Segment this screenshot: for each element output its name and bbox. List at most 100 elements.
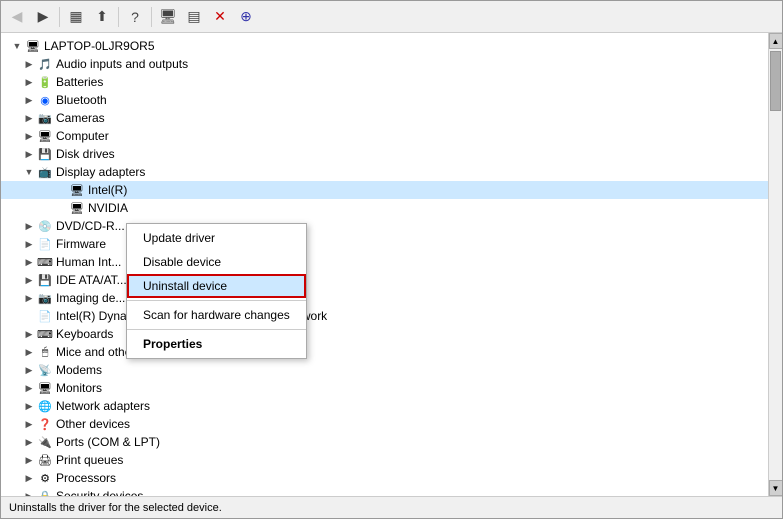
nvidia-label: NVIDIA — [88, 201, 128, 215]
scroll-up[interactable]: ▲ — [769, 33, 783, 49]
root-expand-arrow — [9, 38, 25, 54]
security-label: Security devices — [56, 489, 143, 496]
scroll-track[interactable] — [769, 49, 782, 480]
sidebar-item-dvd[interactable]: 💿 DVD/CD-R... — [1, 217, 768, 235]
ctx-properties[interactable]: Properties — [127, 332, 306, 356]
humanint-arrow — [21, 254, 37, 270]
imaging-icon: 📷 — [37, 290, 53, 306]
network-icon: 🌐 — [37, 398, 53, 414]
modems-arrow — [21, 362, 37, 378]
audio-arrow — [21, 56, 37, 72]
nvidia-icon: 🖥 — [69, 200, 85, 216]
properties-small-button[interactable]: ▦ — [64, 5, 88, 29]
cameras-label: Cameras — [56, 111, 105, 125]
sidebar-item-nvidia[interactable]: 🖥 NVIDIA — [1, 199, 768, 217]
ports-arrow — [21, 434, 37, 450]
toolbar: ◀ ▶ ▦ ⬆ ? 🖥 ▤ ✕ ⊕ — [1, 1, 782, 33]
sidebar-item-processors[interactable]: ⚙ Processors — [1, 469, 768, 487]
other-label: Other devices — [56, 417, 130, 431]
processors-label: Processors — [56, 471, 116, 485]
disk-arrow — [21, 146, 37, 162]
keyboards-arrow — [21, 326, 37, 342]
modems-icon: 📡 — [37, 362, 53, 378]
ideata-label: IDE ATA/AT... — [56, 273, 127, 287]
sidebar-item-cameras[interactable]: 📷 Cameras — [1, 109, 768, 127]
ideata-arrow — [21, 272, 37, 288]
ctx-scan-hardware[interactable]: Scan for hardware changes — [127, 303, 306, 327]
sidebar-item-mice[interactable]: 🖱 Mice and other pointing devices — [1, 343, 768, 361]
cameras-icon: 📷 — [37, 110, 53, 126]
scrollbar[interactable]: ▲ ▼ — [768, 33, 782, 496]
sidebar-item-monitors[interactable]: 🖥 Monitors — [1, 379, 768, 397]
sidebar-item-imaging[interactable]: 📷 Imaging de... — [1, 289, 768, 307]
processors-arrow — [21, 470, 37, 486]
root-label: LAPTOP-0LJR9OR5 — [44, 39, 155, 53]
intel-icon: 🖥 — [69, 182, 85, 198]
batteries-icon: 🔋 — [37, 74, 53, 90]
sidebar-item-ideata[interactable]: 💾 IDE ATA/AT... — [1, 271, 768, 289]
security-icon: 🔒 — [37, 488, 53, 496]
scroll-thumb[interactable] — [770, 51, 781, 111]
help-button[interactable]: ? — [123, 5, 147, 29]
modems-label: Modems — [56, 363, 102, 377]
device-tree[interactable]: 🖥 LAPTOP-0LJR9OR5 🎵 Audio inputs and out… — [1, 33, 768, 496]
computer-arrow — [21, 128, 37, 144]
sidebar-item-audio[interactable]: 🎵 Audio inputs and outputs — [1, 55, 768, 73]
sidebar-item-bluetooth[interactable]: ◉ Bluetooth — [1, 91, 768, 109]
scan-toolbar-button[interactable]: ⊕ — [234, 5, 258, 29]
network-arrow — [21, 398, 37, 414]
sidebar-item-ports[interactable]: 🔌 Ports (COM & LPT) — [1, 433, 768, 451]
sidebar-item-firmware[interactable]: 📄 Firmware — [1, 235, 768, 253]
sidebar-item-keyboards[interactable]: ⌨ Keyboards — [1, 325, 768, 343]
dvd-arrow — [21, 218, 37, 234]
imaging-label: Imaging de... — [56, 291, 125, 305]
computer-icon: 🖥 — [37, 128, 53, 144]
separator-3 — [151, 7, 152, 27]
firmware-arrow — [21, 236, 37, 252]
sidebar-item-print[interactable]: 🖨 Print queues — [1, 451, 768, 469]
computer-label: Computer — [56, 129, 109, 143]
back-button[interactable]: ◀ — [5, 5, 29, 29]
separator-2 — [118, 7, 119, 27]
sidebar-item-computer[interactable]: 🖥 Computer — [1, 127, 768, 145]
display-toolbar-button[interactable]: 🖥 — [156, 5, 180, 29]
inteldynamic-arrow — [21, 308, 37, 324]
keyboards-label: Keyboards — [56, 327, 113, 341]
security-arrow — [21, 488, 37, 496]
uninstall-toolbar-button[interactable]: ✕ — [208, 5, 232, 29]
sidebar-item-network[interactable]: 🌐 Network adapters — [1, 397, 768, 415]
ctx-uninstall-device[interactable]: Uninstall device — [127, 274, 306, 298]
toolbar-btn-4[interactable]: ▤ — [182, 5, 206, 29]
status-text: Uninstalls the driver for the selected d… — [9, 502, 222, 514]
status-bar: Uninstalls the driver for the selected d… — [1, 496, 782, 518]
sidebar-item-disk[interactable]: 💾 Disk drives — [1, 145, 768, 163]
other-icon: ❓ — [37, 416, 53, 432]
ideata-icon: 💾 — [37, 272, 53, 288]
content-area: 🖥 LAPTOP-0LJR9OR5 🎵 Audio inputs and out… — [1, 33, 782, 496]
sidebar-item-humanint[interactable]: ⌨ Human Int... — [1, 253, 768, 271]
sidebar-item-modems[interactable]: 📡 Modems — [1, 361, 768, 379]
tree-root[interactable]: 🖥 LAPTOP-0LJR9OR5 — [1, 37, 768, 55]
sidebar-item-display[interactable]: 📺 Display adapters — [1, 163, 768, 181]
sidebar-item-other[interactable]: ❓ Other devices — [1, 415, 768, 433]
update-driver-small-button[interactable]: ⬆ — [90, 5, 114, 29]
ctx-update-driver[interactable]: Update driver — [127, 226, 306, 250]
sidebar-item-intel[interactable]: 🖥 Intel(R) — [1, 181, 768, 199]
sidebar-item-inteldynamic[interactable]: 📄 Intel(R) Dynamic Platform and Thermal … — [1, 307, 768, 325]
device-manager-window: ◀ ▶ ▦ ⬆ ? 🖥 ▤ ✕ ⊕ 🖥 LAPTOP-0LJR9OR5 🎵 Au… — [0, 0, 783, 519]
monitors-label: Monitors — [56, 381, 102, 395]
forward-button[interactable]: ▶ — [31, 5, 55, 29]
firmware-icon: 📄 — [37, 236, 53, 252]
scroll-down[interactable]: ▼ — [769, 480, 783, 496]
sidebar-item-security[interactable]: 🔒 Security devices — [1, 487, 768, 496]
mice-icon: 🖱 — [37, 344, 53, 360]
audio-label: Audio inputs and outputs — [56, 57, 188, 71]
sidebar-item-batteries[interactable]: 🔋 Batteries — [1, 73, 768, 91]
network-label: Network adapters — [56, 399, 150, 413]
ctx-disable-device[interactable]: Disable device — [127, 250, 306, 274]
ctx-separator-2 — [127, 329, 306, 330]
context-menu: Update driver Disable device Uninstall d… — [126, 223, 307, 359]
intel-label: Intel(R) — [88, 183, 127, 197]
ctx-separator — [127, 300, 306, 301]
intel-arrow — [53, 182, 69, 198]
